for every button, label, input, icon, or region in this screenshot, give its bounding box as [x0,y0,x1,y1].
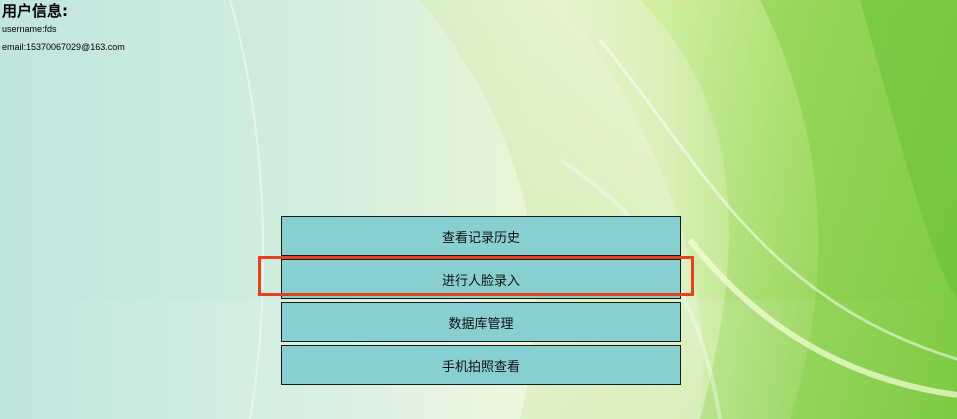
username-text: username:fds [2,24,57,34]
user-info-title: 用户信息: [2,2,68,20]
database-manage-button[interactable]: 数据库管理 [281,302,681,342]
email-text: email:15370067029@163.com [2,42,125,52]
action-menu: 查看记录历史 进行人脸录入 数据库管理 手机拍照查看 [281,216,681,388]
view-history-button[interactable]: 查看记录历史 [281,216,681,256]
page: 用户信息: username:fds email:15370067029@163… [0,0,957,419]
phone-photo-view-button[interactable]: 手机拍照查看 [281,345,681,385]
face-enroll-button[interactable]: 进行人脸录入 [281,259,681,299]
user-info-panel: 用户信息: username:fds email:15370067029@163… [2,2,125,53]
